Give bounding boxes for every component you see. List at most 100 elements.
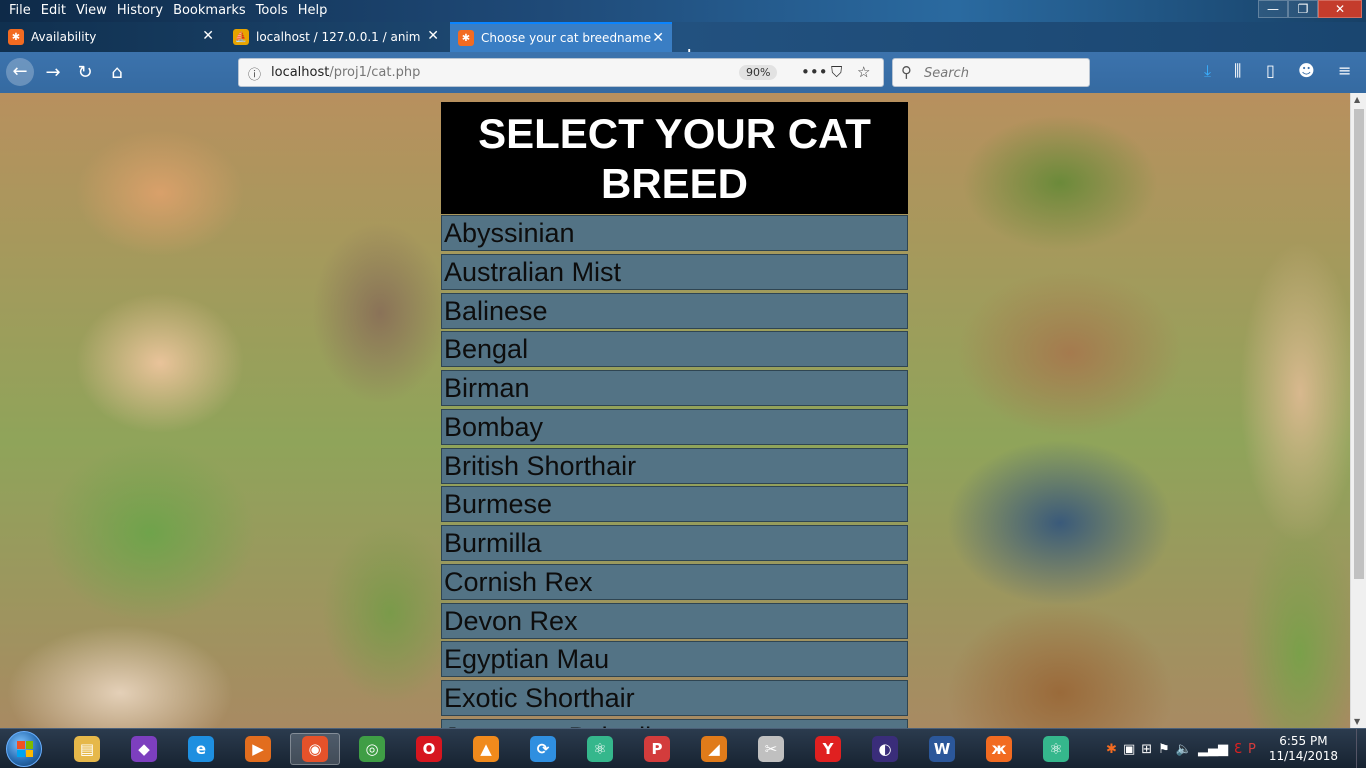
breed-option[interactable]: Balinese <box>441 292 908 329</box>
taskbar-app-button[interactable]: ▲ <box>461 733 511 765</box>
navigation-toolbar: ← → ↻ ⌂ ⓘ localhost/proj1/cat.php 90% ••… <box>0 52 1366 93</box>
breed-option[interactable]: Abyssinian <box>441 215 908 251</box>
taskbar-app-button[interactable]: P <box>632 733 682 765</box>
breed-option[interactable]: Japanese Bobtail <box>441 718 908 728</box>
yandex-icon: Y <box>815 736 841 762</box>
breed-option[interactable]: Australian Mist <box>441 253 908 290</box>
signal-strength-icon[interactable]: ▂▄▆ <box>1198 742 1228 757</box>
extension-icon[interactable]: ☻ <box>1298 61 1315 80</box>
page-viewport: SELECT YOUR CAT BREED Abyssinian Australi… <box>0 93 1350 728</box>
scroll-up-icon[interactable]: ▲ <box>1354 95 1360 104</box>
phpstorm-tray-icon[interactable]: P <box>1248 742 1256 757</box>
url-bar[interactable]: ⓘ localhost/proj1/cat.php 90% ••• ⛉ ☆ <box>238 58 884 87</box>
tab-label: Availability <box>31 30 97 44</box>
taskbar-app-button[interactable]: ⟳ <box>518 733 568 765</box>
windows-logo-icon <box>17 741 33 757</box>
breed-option[interactable]: Burmese <box>441 486 908 523</box>
menu-help[interactable]: Help <box>293 2 333 20</box>
file-explorer-icon: ▤ <box>74 736 100 762</box>
breed-option[interactable]: Egyptian Mau <box>441 641 908 678</box>
show-desktop-button[interactable] <box>1356 729 1366 768</box>
tab-close-icon[interactable]: ✕ <box>202 28 214 44</box>
xampp-tray-icon[interactable]: ✱ <box>1106 742 1117 757</box>
breed-option[interactable]: British Shorthair <box>441 447 908 484</box>
start-button[interactable] <box>6 731 42 767</box>
menu-tools[interactable]: Tools <box>251 2 293 20</box>
device-tray-icon[interactable]: ▣ <box>1123 742 1135 757</box>
snipping-tool-icon: ✂ <box>758 736 784 762</box>
pocket-icon[interactable]: ⛉ <box>831 63 842 81</box>
tab-close-icon[interactable]: ✕ <box>427 28 439 44</box>
forward-button[interactable]: → <box>40 60 66 86</box>
taskbar-app-button[interactable]: ◆ <box>119 733 169 765</box>
taskbar-app-button[interactable]: e <box>176 733 226 765</box>
tab-choose-cat-breed[interactable]: ✱ Choose your cat breedname ✕ <box>450 22 672 52</box>
scrollbar-thumb[interactable] <box>1354 109 1364 579</box>
taskbar-app-button[interactable]: ◐ <box>860 733 910 765</box>
taskbar-app-button[interactable]: O <box>404 733 454 765</box>
eclipse-icon: ◐ <box>872 736 898 762</box>
tray-app-icon[interactable]: Ɛ <box>1234 742 1242 757</box>
vertical-scrollbar[interactable]: ▲ ▼ <box>1350 93 1366 728</box>
breed-option[interactable]: Birman <box>441 370 908 406</box>
menu-history[interactable]: History <box>112 2 168 20</box>
breed-option[interactable]: Cornish Rex <box>441 563 908 600</box>
search-bar[interactable]: ⚲ Search <box>892 58 1090 87</box>
matlab-icon: ◢ <box>701 736 727 762</box>
page-actions-icon[interactable]: ••• <box>801 63 828 81</box>
menu-file[interactable]: File <box>4 2 36 20</box>
minimize-button[interactable]: — <box>1258 0 1288 18</box>
zoom-level-badge[interactable]: 90% <box>739 65 778 80</box>
taskbar-app-button[interactable]: ▤ <box>62 733 112 765</box>
action-center-flag-icon[interactable]: ⚑ <box>1158 742 1170 757</box>
home-button[interactable]: ⌂ <box>104 60 130 86</box>
close-window-button[interactable]: ✕ <box>1318 0 1362 18</box>
taskbar-app-button[interactable]: ⚛ <box>1031 733 1081 765</box>
breed-option[interactable]: Bengal <box>441 331 908 368</box>
word-icon: W <box>929 736 955 762</box>
taskbar-app-button[interactable]: ✂ <box>746 733 796 765</box>
back-button[interactable]: ← <box>6 58 34 86</box>
search-placeholder: Search <box>924 66 969 81</box>
taskbar-app-button[interactable]: ▶ <box>233 733 283 765</box>
taskbar-app-button[interactable]: Y <box>803 733 853 765</box>
chrome-icon: ◎ <box>359 736 385 762</box>
volume-icon[interactable]: 🔈 <box>1176 742 1192 757</box>
taskbar-app-button[interactable]: ◉ <box>290 733 340 765</box>
system-clock[interactable]: 6:55 PM 11/14/2018 <box>1269 734 1338 764</box>
xampp-favicon-icon: ✱ <box>8 29 24 45</box>
taskbar-app-button[interactable]: ◎ <box>347 733 397 765</box>
site-info-icon[interactable]: ⓘ <box>248 64 261 83</box>
network-sharing-tray-icon[interactable]: ⊞ <box>1141 742 1152 757</box>
taskbar-app-button[interactable]: ⚛ <box>575 733 625 765</box>
url-text[interactable]: localhost/proj1/cat.php <box>271 65 420 80</box>
tab-availability[interactable]: ✱ Availability ✕ <box>0 22 222 52</box>
taskbar-app-button[interactable]: ◢ <box>689 733 739 765</box>
breed-option[interactable]: Devon Rex <box>441 602 908 639</box>
search-icon: ⚲ <box>901 63 912 81</box>
windows-taskbar: ▤ ◆ e ▶ ◉ ◎ O ▲ ⟳ ⚛ P ◢ ✂ Y ◐ Wж ⚛ ✱ ▣ ⊞ ⚑ 🔈 ▂▄▆ Ɛ P 6:5… <box>0 728 1366 768</box>
atom-icon-2: ⚛ <box>1043 736 1069 762</box>
menu-edit[interactable]: Edit <box>36 2 71 20</box>
vlc-icon: ▲ <box>473 736 499 762</box>
taskbar-app-button[interactable]: ж <box>974 733 1024 765</box>
url-host: localhost <box>271 65 330 80</box>
taskbar-app-button[interactable]: W <box>917 733 967 765</box>
breed-option[interactable]: Exotic Shorthair <box>441 680 908 716</box>
library-icon[interactable]: ⫼ <box>1234 61 1241 81</box>
menu-view[interactable]: View <box>71 2 112 20</box>
tab-close-icon[interactable]: ✕ <box>652 30 664 46</box>
sidebar-icon[interactable]: ▯ <box>1266 61 1275 80</box>
maximize-button[interactable]: ❐ <box>1288 0 1318 18</box>
breed-panel: SELECT YOUR CAT BREED Abyssinian Australi… <box>441 102 908 728</box>
breed-option[interactable]: Bombay <box>441 408 908 445</box>
menu-bookmarks[interactable]: Bookmarks <box>168 2 251 20</box>
reload-button[interactable]: ↻ <box>72 60 98 86</box>
scroll-down-icon[interactable]: ▼ <box>1354 717 1360 726</box>
breed-option[interactable]: Burmilla <box>441 525 908 561</box>
tab-phpmyadmin[interactable]: ⛵ localhost / 127.0.0.1 / animals / ✕ <box>225 22 447 52</box>
bookmark-star-icon[interactable]: ☆ <box>857 63 870 81</box>
downloads-icon[interactable]: ⤓ <box>1204 61 1211 81</box>
menubar: File Edit View History Bookmarks Tools H… <box>4 2 332 20</box>
menu-hamburger-icon[interactable]: ≡ <box>1338 61 1351 80</box>
